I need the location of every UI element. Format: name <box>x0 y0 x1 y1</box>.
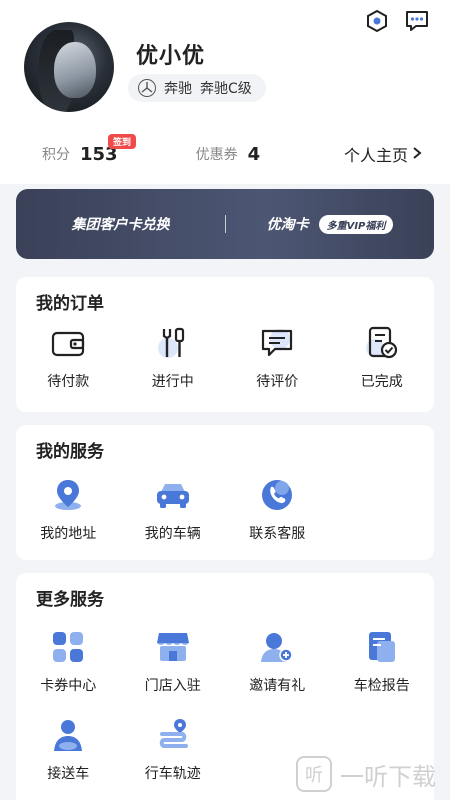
service-contact-support[interactable]: 联系客服 <box>225 477 330 543</box>
points-label: 积分 <box>42 147 70 163</box>
youtao-card[interactable]: 优淘卡 多重VIP福利 <box>226 214 434 234</box>
car-brand-logo-icon <box>138 79 156 97</box>
more-label: 车检报告 <box>353 678 410 694</box>
youtao-card-label: 优淘卡 <box>266 217 309 233</box>
car-brand: 奔驰 <box>164 81 192 97</box>
watermark: 听 一听下载 <box>296 756 436 792</box>
group-card-exchange[interactable]: 集团客户卡兑换 <box>16 214 225 234</box>
services-grid: 我的地址 我的车辆 联系客服 <box>16 477 434 543</box>
orders-title: 我的订单 <box>36 294 104 314</box>
more-coupon-center[interactable]: 卡券中心 <box>16 629 121 695</box>
service-label: 联系客服 <box>249 526 306 542</box>
watermark-logo-icon: 听 <box>296 756 332 792</box>
coupon-label: 优惠券 <box>195 147 238 163</box>
wallet-icon <box>50 325 86 361</box>
more-label: 接送车 <box>47 766 90 782</box>
profile-header: 优小优 奔驰 奔驰C级 积分 153 签到 优惠券 4 个人主页 <box>0 0 450 184</box>
tools-icon <box>155 325 191 361</box>
report-icon <box>364 629 400 665</box>
points-value[interactable]: 153 签到 <box>80 133 137 165</box>
settings-icon[interactable] <box>364 8 390 34</box>
order-in-progress[interactable]: 进行中 <box>121 325 226 391</box>
coupon-value[interactable]: 4 <box>248 144 261 165</box>
order-pending-payment[interactable]: 待付款 <box>16 325 121 391</box>
service-label: 我的地址 <box>40 526 97 542</box>
homepage-label: 个人主页 <box>343 146 408 165</box>
car-tag[interactable]: 奔驰 奔驰C级 <box>128 74 266 102</box>
more-services-title: 更多服务 <box>36 590 104 610</box>
more-label: 邀请有礼 <box>249 678 306 694</box>
orders-card: 我的订单 待付款 进行中 待评价 已完成 <box>16 277 434 412</box>
car-icon <box>155 477 191 513</box>
invite-icon <box>259 629 295 665</box>
order-to-review[interactable]: 待评价 <box>225 325 330 391</box>
more-store-join[interactable]: 门店入驻 <box>121 629 226 695</box>
order-label: 进行中 <box>151 374 194 390</box>
more-label: 行车轨迹 <box>144 766 201 782</box>
more-label: 门店入驻 <box>144 678 201 694</box>
location-pin-icon <box>50 477 86 513</box>
more-invite-gift[interactable]: 邀请有礼 <box>225 629 330 695</box>
vip-benefits-pill: 多重VIP福利 <box>318 214 394 234</box>
comment-icon <box>259 325 295 361</box>
top-actions <box>364 8 430 34</box>
order-label: 待评价 <box>256 374 299 390</box>
order-completed[interactable]: 已完成 <box>330 325 435 391</box>
avatar[interactable] <box>24 22 114 112</box>
watermark-text: 一听下载 <box>340 762 436 791</box>
stats-bar: 积分 153 签到 优惠券 4 个人主页 <box>42 133 430 168</box>
grid-icon <box>50 629 86 665</box>
vip-banner: 集团客户卡兑换 优淘卡 多重VIP福利 <box>16 189 434 259</box>
more-inspection-report[interactable]: 车检报告 <box>330 629 435 695</box>
order-label: 已完成 <box>360 374 403 390</box>
avatar-face <box>54 42 96 98</box>
homepage-link[interactable]: 个人主页 <box>344 142 422 166</box>
order-label: 待付款 <box>47 374 90 390</box>
car-model: 奔驰C级 <box>200 81 252 97</box>
service-my-vehicle[interactable]: 我的车辆 <box>121 477 226 543</box>
more-driving-track[interactable]: 行车轨迹 <box>121 717 226 783</box>
route-icon <box>155 717 191 753</box>
driver-icon <box>50 717 86 753</box>
message-icon[interactable] <box>404 8 430 34</box>
services-card: 我的服务 我的地址 我的车辆 联系客服 <box>16 425 434 560</box>
phone-icon <box>259 477 295 513</box>
more-label: 卡券中心 <box>40 678 97 694</box>
orders-grid: 待付款 进行中 待评价 已完成 <box>16 325 434 391</box>
completed-doc-icon <box>364 325 400 361</box>
user-name: 优小优 <box>136 44 206 69</box>
signin-badge[interactable]: 签到 <box>108 133 137 149</box>
services-title: 我的服务 <box>36 442 104 462</box>
service-label: 我的车辆 <box>144 526 201 542</box>
more-pickup-dropoff[interactable]: 接送车 <box>16 717 121 783</box>
chevron-right-icon <box>412 145 422 164</box>
service-my-address[interactable]: 我的地址 <box>16 477 121 543</box>
store-icon <box>155 629 191 665</box>
